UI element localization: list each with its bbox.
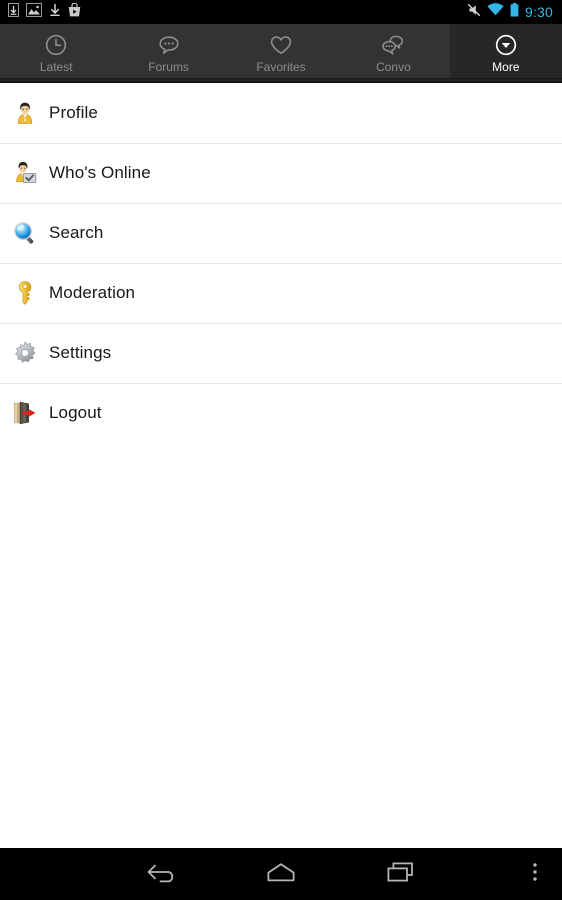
status-bar-left-icons	[0, 2, 81, 22]
save-to-device-icon	[8, 2, 19, 22]
clock-icon	[44, 32, 68, 58]
tab-bar: Latest Forums Favorites Convo More	[0, 24, 562, 78]
more-menu-list: Profile Who's Online Search Moderation S…	[0, 83, 562, 443]
tab-favorites-label: Favorites	[256, 59, 306, 74]
image-icon	[26, 2, 42, 22]
tab-more-label: More	[492, 59, 520, 74]
heart-icon	[269, 32, 293, 58]
play-store-icon	[68, 2, 81, 22]
status-bar-clock: 9:30	[524, 4, 553, 20]
magnifier-icon	[12, 220, 38, 246]
gear-icon	[12, 340, 38, 366]
list-item-label: Who's Online	[49, 163, 151, 182]
user-online-icon	[12, 160, 38, 186]
home-icon	[264, 860, 298, 889]
tab-latest[interactable]: Latest	[0, 24, 112, 78]
conversation-icon	[381, 32, 405, 58]
list-item-whos-online[interactable]: Who's Online	[0, 143, 562, 203]
tab-convo[interactable]: Convo	[337, 24, 449, 78]
battery-icon	[510, 2, 519, 22]
list-item-label: Logout	[49, 403, 102, 422]
download-icon	[49, 3, 61, 22]
back-button[interactable]	[140, 848, 186, 900]
tab-forums-label: Forums	[148, 59, 189, 74]
list-item-label: Settings	[49, 343, 112, 362]
list-item-label: Search	[49, 223, 104, 242]
mute-icon	[467, 3, 481, 22]
list-item-label: Profile	[49, 103, 98, 122]
tab-forums[interactable]: Forums	[112, 24, 224, 78]
overflow-button[interactable]	[520, 848, 550, 900]
overflow-menu-icon	[532, 860, 538, 889]
list-item-search[interactable]: Search	[0, 203, 562, 263]
back-arrow-icon	[146, 860, 180, 889]
recents-icon	[385, 860, 417, 889]
app-root: 9:30 Latest Forums Favorites Convo More …	[0, 0, 562, 900]
list-item-moderation[interactable]: Moderation	[0, 263, 562, 323]
home-button[interactable]	[258, 848, 304, 900]
list-item-label: Moderation	[49, 283, 136, 302]
tab-convo-label: Convo	[376, 59, 411, 74]
chevron-down-circle-icon	[494, 32, 518, 58]
key-icon	[12, 280, 38, 306]
user-icon	[12, 100, 38, 126]
wifi-icon	[487, 3, 504, 21]
exit-door-icon	[12, 400, 38, 426]
speech-bubble-icon	[157, 32, 181, 58]
status-bar-right-icons: 9:30	[467, 2, 562, 22]
list-item-logout[interactable]: Logout	[0, 383, 562, 443]
recents-button[interactable]	[378, 848, 424, 900]
system-navigation-bar	[0, 848, 562, 900]
list-item-settings[interactable]: Settings	[0, 323, 562, 383]
tab-latest-label: Latest	[39, 59, 73, 74]
status-bar: 9:30	[0, 0, 562, 24]
tab-favorites[interactable]: Favorites	[225, 24, 337, 78]
list-item-profile[interactable]: Profile	[0, 83, 562, 143]
tab-more[interactable]: More	[449, 24, 562, 78]
